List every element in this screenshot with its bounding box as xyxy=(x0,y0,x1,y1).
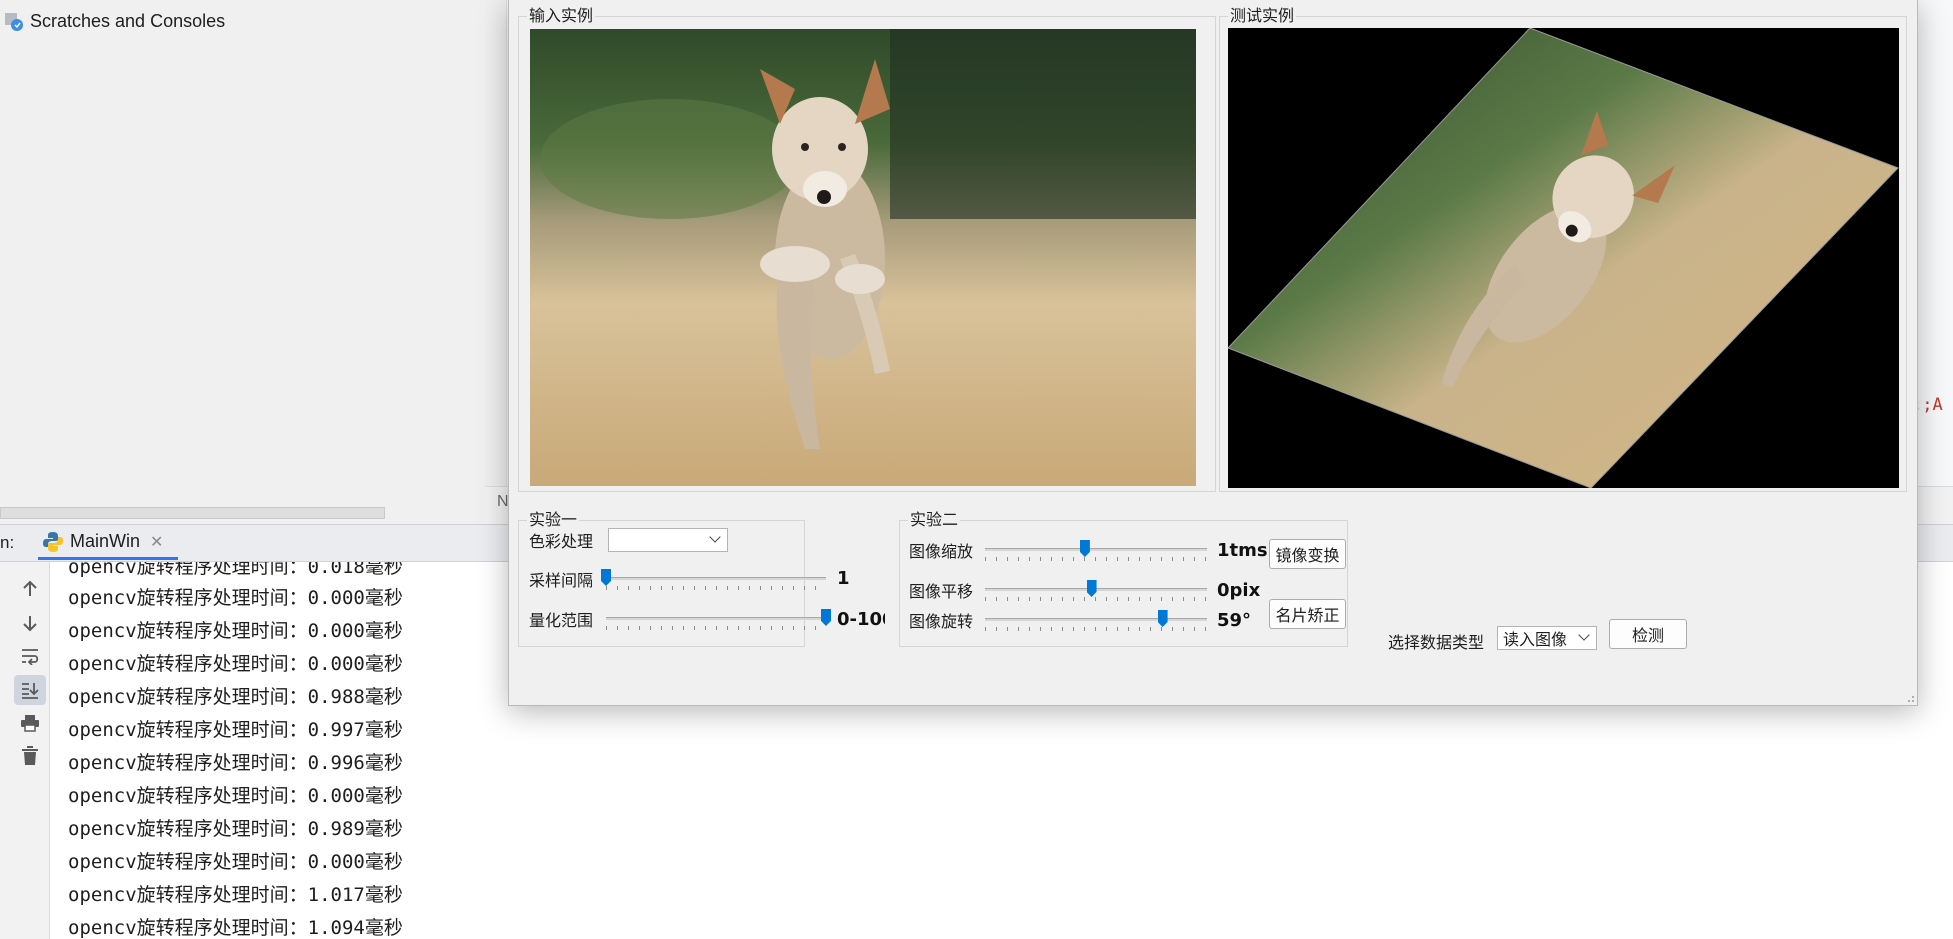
console-line: opencv旋转程序处理时间：0.018毫秒 xyxy=(68,562,403,578)
project-panel xyxy=(0,0,485,524)
console-line: opencv旋转程序处理时间：1.017毫秒 xyxy=(68,884,403,906)
sampling-interval-value: 1 xyxy=(837,568,850,589)
card-correction-button[interactable]: 名片矫正 xyxy=(1269,599,1346,629)
experiment-2-title: 实验二 xyxy=(910,510,959,529)
slider-handle[interactable] xyxy=(1079,540,1090,557)
arrow-up-icon[interactable] xyxy=(14,574,46,604)
chevron-down-icon xyxy=(709,531,721,543)
image-rotate-slider[interactable] xyxy=(985,608,1207,632)
console-line: opencv旋转程序处理时间：0.000毫秒 xyxy=(68,851,403,873)
image-scale-value: 1tms xyxy=(1217,540,1267,561)
input-group-title: 输入实例 xyxy=(529,6,594,25)
editor-gutter xyxy=(485,0,507,486)
test-group-title: 测试实例 xyxy=(1230,6,1295,25)
data-type-select[interactable]: 读入图像 xyxy=(1497,626,1597,650)
scratches-tree-item[interactable]: Scratches and Consoles xyxy=(4,8,225,34)
run-tab-label: MainWin xyxy=(70,531,141,551)
scratches-label: Scratches and Consoles xyxy=(30,10,226,31)
test-image xyxy=(1228,28,1899,488)
detect-button[interactable]: 检测 xyxy=(1609,619,1687,649)
console-line: opencv旋转程序处理时间：0.000毫秒 xyxy=(68,653,403,675)
slider-handle[interactable] xyxy=(821,609,831,626)
quantization-range-label: 量化范围 xyxy=(529,611,594,630)
color-processing-label: 色彩处理 xyxy=(529,532,594,551)
arrow-down-icon[interactable] xyxy=(14,608,46,638)
scratches-icon xyxy=(5,13,23,31)
image-scale-slider[interactable] xyxy=(985,538,1207,562)
python-icon xyxy=(43,531,63,552)
run-tab-mainwin[interactable]: MainWin ✕ xyxy=(38,526,178,560)
close-icon[interactable]: ✕ xyxy=(150,532,163,552)
console-line: opencv旋转程序处理时间：0.989毫秒 xyxy=(68,818,403,840)
color-processing-select[interactable] xyxy=(608,528,728,552)
mirror-transform-button[interactable]: 镜像变换 xyxy=(1269,539,1346,569)
quantization-range-value: 0-100 xyxy=(837,609,885,630)
image-rotate-label: 图像旋转 xyxy=(909,612,974,631)
data-type-label: 选择数据类型 xyxy=(1388,633,1485,652)
console-line: opencv旋转程序处理时间：0.988毫秒 xyxy=(68,686,403,708)
run-toolbar xyxy=(0,562,50,939)
image-translate-value: 0pix xyxy=(1217,580,1261,601)
slider-handle[interactable] xyxy=(1157,610,1168,627)
scroll-to-end-icon[interactable] xyxy=(14,675,46,705)
console-line: opencv旋转程序处理时间：0.000毫秒 xyxy=(68,785,403,807)
console-line: opencv旋转程序处理时间：0.996毫秒 xyxy=(68,752,403,774)
image-translate-label: 图像平移 xyxy=(909,582,974,601)
console-line: opencv旋转程序处理时间：0.000毫秒 xyxy=(68,587,403,609)
experiment-1-title: 实验一 xyxy=(529,510,578,529)
input-image xyxy=(530,29,1196,486)
image-translate-slider[interactable] xyxy=(985,578,1207,602)
resize-grip-icon[interactable] xyxy=(1905,693,1915,703)
data-type-value: 读入图像 xyxy=(1503,630,1568,649)
app-window: 输入实例 测试实例 实验一 色彩处理 采样间隔 1 量化范围 0-10 实验二 … xyxy=(508,0,1918,706)
run-label: n: xyxy=(0,533,15,552)
sampling-interval-slider[interactable] xyxy=(601,567,826,591)
quantization-range-slider[interactable] xyxy=(606,607,831,631)
horizontal-scrollbar[interactable] xyxy=(0,507,385,519)
soft-wrap-icon[interactable] xyxy=(14,641,46,671)
console-line: opencv旋转程序处理时间：0.997毫秒 xyxy=(68,719,403,741)
sampling-interval-label: 采样间隔 xyxy=(529,571,594,590)
editor-gutter-letter: N xyxy=(497,493,509,510)
image-rotate-value: 59° xyxy=(1217,610,1252,631)
trash-icon[interactable] xyxy=(14,741,46,771)
image-scale-label: 图像缩放 xyxy=(909,542,974,561)
console-line: opencv旋转程序处理时间：0.000毫秒 xyxy=(68,620,403,642)
console-line: opencv旋转程序处理时间：1.094毫秒 xyxy=(68,917,403,939)
print-icon[interactable] xyxy=(14,708,46,738)
slider-handle[interactable] xyxy=(1086,580,1097,597)
chevron-down-icon xyxy=(1578,629,1590,641)
